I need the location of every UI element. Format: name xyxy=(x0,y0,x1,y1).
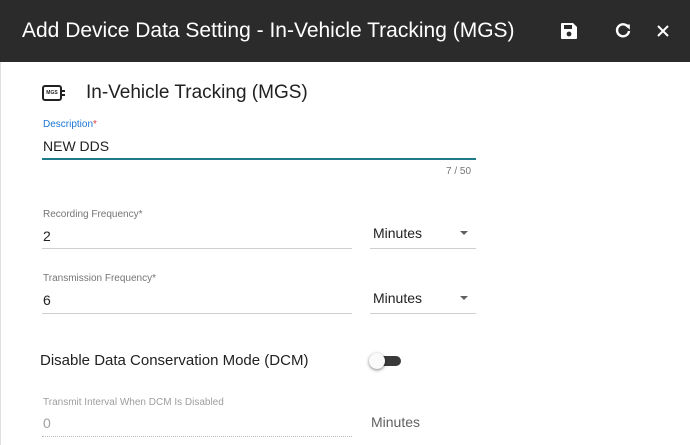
recording-unit-select[interactable]: Minutes xyxy=(373,224,422,242)
dialog-header: Add Device Data Setting - In-Vehicle Tra… xyxy=(0,0,690,62)
floppy-disk-icon xyxy=(561,23,577,39)
dialog-title: Add Device Data Setting - In-Vehicle Tra… xyxy=(22,19,515,42)
transmission-frequency-label: Transmission Frequency* xyxy=(43,273,157,284)
description-counter: 7 / 50 xyxy=(446,166,472,177)
transmit-interval-label: Transmit Interval When DCM Is Disabled xyxy=(43,397,224,408)
save-button[interactable] xyxy=(556,18,582,44)
description-underline xyxy=(42,158,476,160)
dcm-toggle-label: Disable Data Conservation Mode (DCM) xyxy=(40,352,309,369)
toggle-thumb xyxy=(369,353,385,369)
device-icon: MGS xyxy=(42,85,65,101)
transmission-frequency-underline xyxy=(42,313,352,314)
transmit-interval-underline xyxy=(42,436,352,437)
transmit-interval-unit: Minutes xyxy=(371,414,421,430)
transmission-frequency-input[interactable]: 6 xyxy=(43,291,51,309)
description-input[interactable]: NEW DDS xyxy=(43,137,109,155)
reset-button[interactable] xyxy=(610,18,636,44)
recording-frequency-input[interactable]: 2 xyxy=(43,227,51,245)
transmission-unit-select[interactable]: Minutes xyxy=(373,289,422,307)
description-label: Description* xyxy=(43,119,97,130)
device-header: MGS xyxy=(42,83,65,103)
chevron-down-icon[interactable] xyxy=(460,231,468,235)
transmission-unit-underline xyxy=(370,313,476,314)
device-name: In-Vehicle Tracking (MGS) xyxy=(86,82,308,103)
close-icon xyxy=(657,25,669,37)
recording-frequency-underline xyxy=(42,248,352,249)
transmit-interval-input: 0 xyxy=(43,415,51,431)
recording-unit-underline xyxy=(370,248,476,249)
dcm-toggle[interactable] xyxy=(369,353,403,369)
dialog-body xyxy=(0,62,690,445)
chevron-down-icon[interactable] xyxy=(460,296,468,300)
recording-frequency-label: Recording Frequency* xyxy=(43,209,143,220)
refresh-icon xyxy=(615,23,631,38)
close-button[interactable] xyxy=(650,18,676,44)
